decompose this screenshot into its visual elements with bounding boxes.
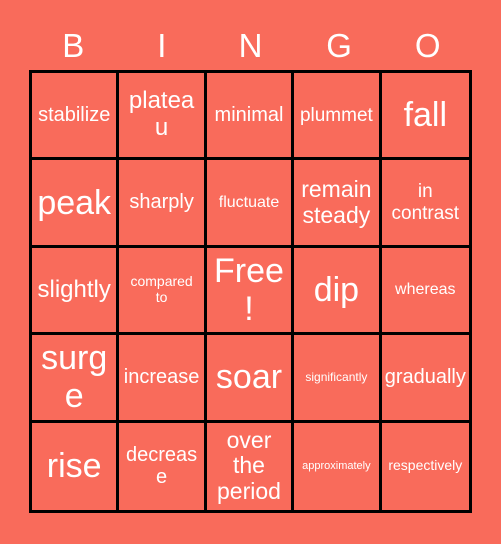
- bingo-cell-n4[interactable]: soar: [206, 335, 295, 423]
- bingo-cell-g2[interactable]: remain steady: [294, 160, 382, 248]
- bingo-cell-b4[interactable]: surge: [32, 335, 120, 423]
- header-letter-i: I: [157, 26, 167, 64]
- bingo-cell-label: gradually: [384, 366, 466, 389]
- bingo-cell-i4[interactable]: increase: [119, 335, 207, 423]
- bingo-cell-i5[interactable]: decrease: [119, 422, 207, 510]
- bingo-cell-label: plateau: [128, 87, 195, 142]
- bingo-cell-label: approximately: [302, 460, 371, 473]
- header-letter-n: N: [238, 26, 263, 64]
- bingo-cell-n5[interactable]: over the period: [206, 422, 295, 510]
- bingo-cell-label: remain steady: [301, 175, 372, 228]
- bingo-cell-i1[interactable]: plateau: [119, 73, 207, 161]
- bingo-cell-g5[interactable]: approximately: [294, 422, 382, 510]
- bingo-cell-o1[interactable]: fall: [381, 73, 469, 161]
- bingo-card: B I N G O stabilize plateau minimal plum…: [0, 0, 501, 544]
- bingo-cell-label: peak: [37, 183, 112, 222]
- bingo-cell-label: dip: [313, 270, 360, 309]
- bingo-cell-label: stabilize: [38, 104, 111, 126]
- bingo-cell-g4[interactable]: significantly: [294, 335, 382, 423]
- bingo-cell-label: plummet: [299, 104, 373, 126]
- header-letter-g: G: [326, 26, 352, 64]
- bingo-cell-label: surge: [41, 339, 108, 416]
- header-letter-o: O: [414, 26, 441, 64]
- bingo-free-label: Free!: [214, 251, 284, 328]
- bingo-cell-g3[interactable]: dip: [294, 247, 382, 336]
- bingo-cell-label: decrease: [126, 443, 198, 489]
- bingo-cell-free[interactable]: Free!: [206, 247, 295, 336]
- bingo-cell-o5[interactable]: respectively: [381, 422, 469, 510]
- bingo-cell-b3[interactable]: slightly: [32, 247, 120, 336]
- bingo-cell-label: rise: [46, 447, 102, 486]
- bingo-cell-label: soar: [215, 358, 283, 397]
- bingo-cell-label: compared to: [130, 273, 193, 305]
- bingo-cell-o3[interactable]: whereas: [381, 247, 469, 336]
- bingo-cell-label: fall: [403, 96, 448, 135]
- bingo-cell-label: minimal: [214, 104, 284, 126]
- bingo-cell-i2[interactable]: sharply: [119, 160, 207, 248]
- bingo-header: B I N G O: [29, 22, 472, 68]
- bingo-cell-b2[interactable]: peak: [32, 160, 120, 248]
- bingo-cell-label: over the period: [217, 426, 281, 505]
- bingo-cell-label: whereas: [395, 281, 456, 299]
- bingo-cell-label: sharply: [129, 191, 194, 214]
- bingo-grid: stabilize plateau minimal plummet fall p…: [29, 70, 472, 513]
- bingo-cell-n2[interactable]: fluctuate: [206, 160, 295, 248]
- bingo-cell-n1[interactable]: minimal: [206, 73, 295, 161]
- bingo-cell-b5[interactable]: rise: [32, 422, 120, 510]
- bingo-cell-label: significantly: [305, 369, 368, 384]
- bingo-cell-label: in contrast: [391, 181, 460, 224]
- bingo-cell-i3[interactable]: compared to: [119, 247, 207, 336]
- bingo-cell-o2[interactable]: in contrast: [381, 160, 469, 248]
- bingo-cell-label: fluctuate: [218, 193, 280, 211]
- bingo-cell-b1[interactable]: stabilize: [32, 73, 120, 161]
- bingo-cell-label: respectively: [388, 457, 463, 474]
- bingo-cell-label: slightly: [37, 275, 111, 303]
- bingo-cell-o4[interactable]: gradually: [381, 335, 469, 423]
- bingo-cell-g1[interactable]: plummet: [294, 73, 382, 161]
- header-letter-b: B: [62, 26, 85, 64]
- bingo-cell-label: increase: [123, 366, 200, 389]
